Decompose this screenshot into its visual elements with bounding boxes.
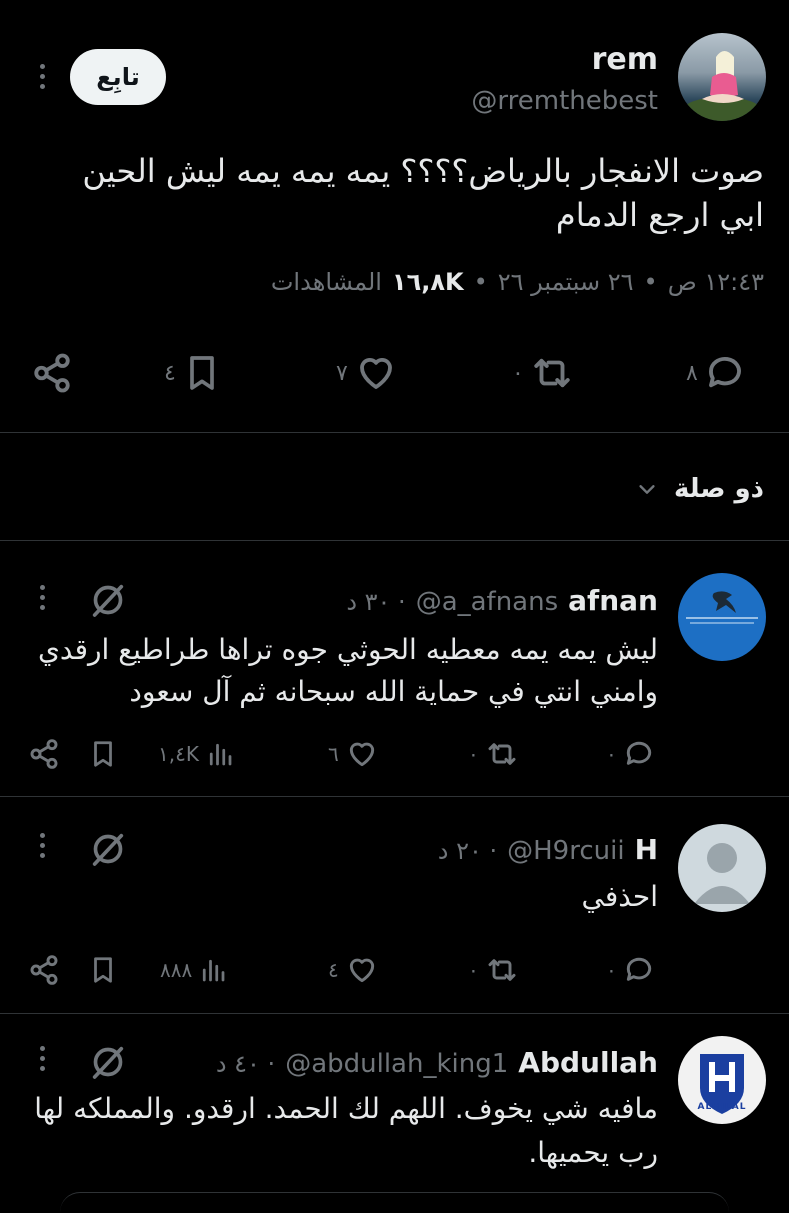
tweet-date[interactable]: ٢٦ سبتمبر ٢٦ <box>498 268 634 296</box>
grok-icon[interactable] <box>88 580 128 620</box>
tweet-text-line-1: صوت الانفجار بالرياض؟؟؟؟ يمه يمه يمه ليش… <box>82 152 764 190</box>
reply-handle[interactable]: @a_afnans <box>416 587 558 617</box>
avatar[interactable] <box>678 33 766 121</box>
analytics-icon <box>203 959 225 982</box>
views-count: ٨٨٨ <box>160 958 193 982</box>
repost-button[interactable]: ٠ <box>468 738 519 770</box>
tweet-text-line-2: ابي ارجع الدمام <box>555 196 764 234</box>
like-count: ٤ <box>328 958 339 982</box>
views-button[interactable]: ١,٤K <box>158 738 235 770</box>
bottom-bar-edge <box>60 1192 729 1213</box>
views-count: ١,٤K <box>158 742 199 766</box>
more-options-icon[interactable] <box>40 585 45 610</box>
reply-button[interactable]: ٨ <box>686 352 746 394</box>
share-button[interactable] <box>28 738 60 770</box>
reply-header: · ٤٠ د @abdullah_king1 Abdullah <box>216 1046 658 1079</box>
avatar-image <box>686 591 758 624</box>
reply-count: ٠ <box>606 742 617 766</box>
share-button[interactable] <box>30 352 74 394</box>
analytics-icon <box>209 743 232 766</box>
meta-dot: • <box>643 268 658 296</box>
reply-count: ٠ <box>606 958 617 982</box>
reply-author-name[interactable]: afnan <box>568 584 658 617</box>
repost-icon <box>534 358 570 388</box>
bookmark-count: ٤ <box>164 360 176 386</box>
views-button[interactable]: ٨٨٨ <box>160 954 228 986</box>
like-button[interactable]: ٦ <box>328 738 379 770</box>
grok-icon[interactable] <box>88 829 128 869</box>
reply-text-line-2: وامني انتي في حماية الله سبحانه ثم آل سع… <box>129 675 658 708</box>
repost-button[interactable]: ٠ <box>512 352 574 394</box>
author-name[interactable]: rem <box>592 42 658 77</box>
views-count: ١٦,٨K <box>391 268 464 296</box>
related-header[interactable]: ذو صلة <box>636 474 764 504</box>
more-options-icon[interactable] <box>40 1046 45 1071</box>
repost-icon <box>488 743 516 765</box>
meta-dot: • <box>473 268 488 296</box>
like-button[interactable]: ٤ <box>328 954 379 986</box>
default-avatar-icon <box>694 843 750 904</box>
author-handle[interactable]: @rremthebest <box>471 86 658 116</box>
divider <box>0 1013 789 1014</box>
reply-author-name[interactable]: Abdullah <box>518 1046 658 1079</box>
repost-count: ٠ <box>468 958 479 982</box>
tweet-meta: ١٢:٤٣ ص • ٢٦ سبتمبر ٢٦ • ١٦,٨K المشاهدات <box>271 268 764 296</box>
like-icon <box>349 742 374 767</box>
reply-header: · ٢٠ د @H9rcuii H <box>438 833 658 866</box>
repost-count: ٠ <box>468 742 479 766</box>
reply-handle[interactable]: @H9rcuii <box>507 836 624 866</box>
bookmark-icon <box>94 957 112 983</box>
share-button[interactable] <box>28 954 60 986</box>
bookmark-button[interactable] <box>88 738 118 770</box>
reply-text-line-2: رب يحميها. <box>528 1136 658 1169</box>
bookmark-icon <box>94 741 112 767</box>
divider <box>0 540 789 541</box>
reply-text-line-1: ليش يمه يمه معطيه الحوثي جوه تراها طراطي… <box>38 633 658 666</box>
avatar[interactable] <box>678 573 766 661</box>
chevron-down-icon <box>639 485 655 494</box>
reply-text-line-1: احذفي <box>581 880 658 913</box>
reply-icon <box>626 957 651 981</box>
reply-time[interactable]: · ٤٠ د <box>216 1050 275 1078</box>
grok-icon[interactable] <box>88 1042 128 1082</box>
divider <box>0 432 789 433</box>
reply-text-line-1: مافيه شي يخوف. اللهم لك الحمد. ارقدو. وا… <box>34 1092 658 1125</box>
bookmark-button[interactable] <box>88 954 118 986</box>
related-label: ذو صلة <box>673 474 764 504</box>
more-options-icon[interactable] <box>40 833 45 858</box>
bookmark-icon <box>189 356 214 390</box>
reply-button[interactable]: ٠ <box>606 954 655 986</box>
reply-button[interactable]: ٠ <box>606 738 655 770</box>
reply-author-name[interactable]: H <box>635 833 658 866</box>
repost-count: ٠ <box>512 360 524 386</box>
tweet-time[interactable]: ١٢:٤٣ ص <box>668 268 764 296</box>
reply-icon <box>708 356 741 388</box>
bookmark-button[interactable]: ٤ <box>164 352 222 394</box>
like-button[interactable]: ٧ <box>336 352 398 394</box>
reply-icon <box>626 741 651 765</box>
repost-icon <box>488 959 516 981</box>
avatar[interactable] <box>678 824 766 912</box>
views-label: المشاهدات <box>270 268 382 296</box>
share-icon <box>30 739 58 769</box>
reply-header: · ٣٠ د @a_afnans afnan <box>346 584 658 617</box>
club-logo-text: ALHILAL <box>697 1102 747 1112</box>
share-icon <box>34 353 70 393</box>
like-count: ٧ <box>336 360 348 386</box>
reply-count: ٨ <box>686 360 698 386</box>
reply-handle[interactable]: @abdullah_king1 <box>285 1049 508 1079</box>
like-count: ٦ <box>328 742 339 766</box>
divider <box>0 796 789 797</box>
share-icon <box>30 955 58 985</box>
avatar-photo <box>682 51 762 121</box>
avatar[interactable]: ALHILAL <box>678 1036 766 1124</box>
follow-button-label: تابِع <box>96 63 140 91</box>
like-icon <box>359 358 392 389</box>
reply-time[interactable]: · ٢٠ د <box>438 837 497 865</box>
more-options-icon[interactable] <box>40 64 45 89</box>
repost-button[interactable]: ٠ <box>468 954 519 986</box>
follow-button[interactable]: تابِع <box>70 49 166 105</box>
reply-time[interactable]: · ٣٠ د <box>346 588 405 616</box>
like-icon <box>349 958 374 983</box>
